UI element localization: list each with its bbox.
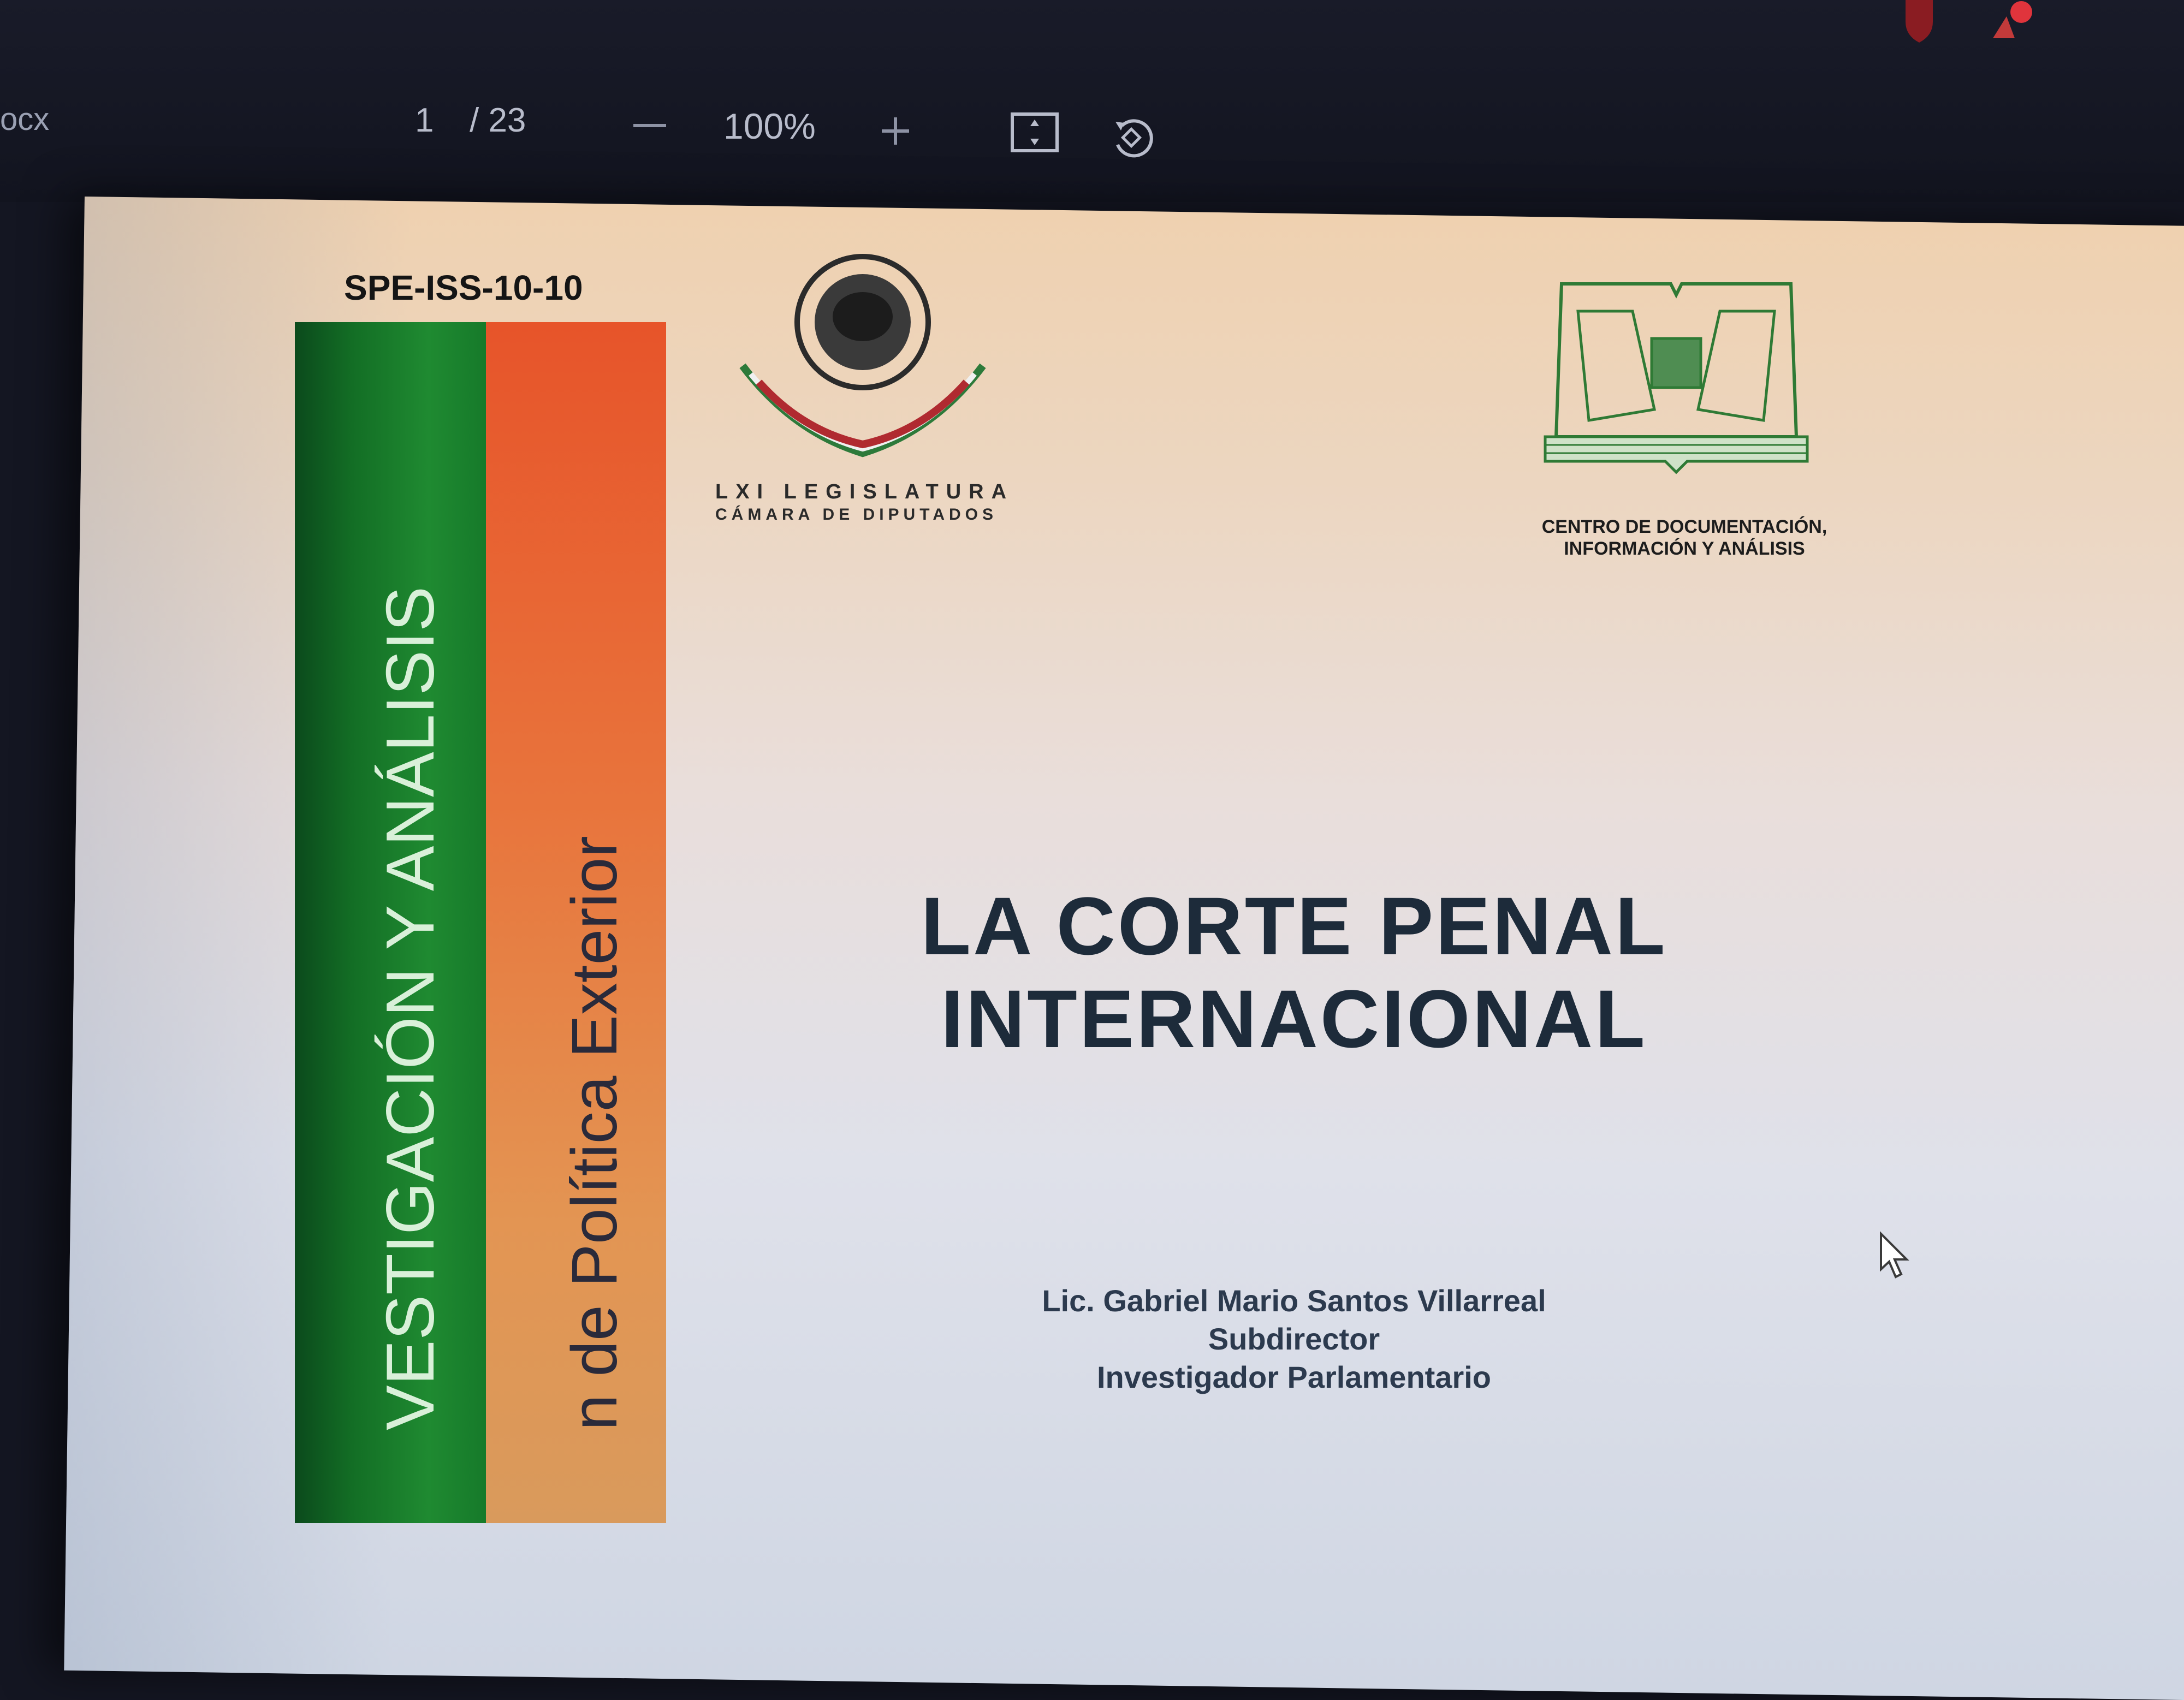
author-role-secondary: Investigador Parlamentario — [1096, 1360, 1491, 1394]
notification-icon[interactable] — [1987, 0, 2037, 44]
cedia-name-line1: CENTRO DE DOCUMENTACIÓN, — [1541, 516, 1827, 537]
rotate-icon — [1115, 119, 1153, 158]
mexican-coat-of-arms-seal — [739, 254, 986, 457]
chamber-label: CÁMARA DE DIPUTADOS — [715, 506, 998, 524]
document-code: SPE-ISS-10-10 — [344, 268, 583, 307]
zoom-out-icon — [633, 124, 666, 127]
cedia-name-line2: INFORMACIÓN Y ANÁLISIS — [1564, 538, 1805, 559]
shield-icon[interactable] — [1900, 0, 1938, 44]
document-title-line1: LA CORTE PENAL — [921, 880, 1667, 972]
green-band-text: VESTIGACIÓN Y ANÁLISIS — [373, 586, 448, 1430]
fit-page-button[interactable] — [1007, 109, 1062, 156]
legislature-label: LXI LEGISLATURA — [715, 480, 1014, 503]
zoom-in-button[interactable] — [874, 109, 917, 153]
zoom-level[interactable]: 100% — [723, 108, 816, 144]
mouse-cursor-icon — [1880, 1231, 1909, 1279]
page-number-input[interactable]: 1 — [415, 104, 434, 138]
rotate-button[interactable] — [1103, 109, 1158, 164]
orange-band-text: n de Política Exterior — [559, 836, 631, 1430]
author-role: Subdirector — [1208, 1322, 1380, 1356]
pdf-viewer-toolbar: ocx 1 / 23 100% — [0, 0, 2184, 202]
fit-page-icon — [1011, 112, 1059, 152]
zoom-in-icon — [882, 117, 909, 145]
document-title-line2: INTERNACIONAL — [941, 973, 1647, 1065]
page-total: / 23 — [470, 102, 526, 139]
author-name: Lic. Gabriel Mario Santos Villarreal — [1042, 1283, 1546, 1318]
cedia-book-logo — [1544, 282, 1809, 474]
zoom-out-button[interactable] — [628, 109, 672, 142]
document-name-tab[interactable]: ocx — [0, 104, 49, 135]
